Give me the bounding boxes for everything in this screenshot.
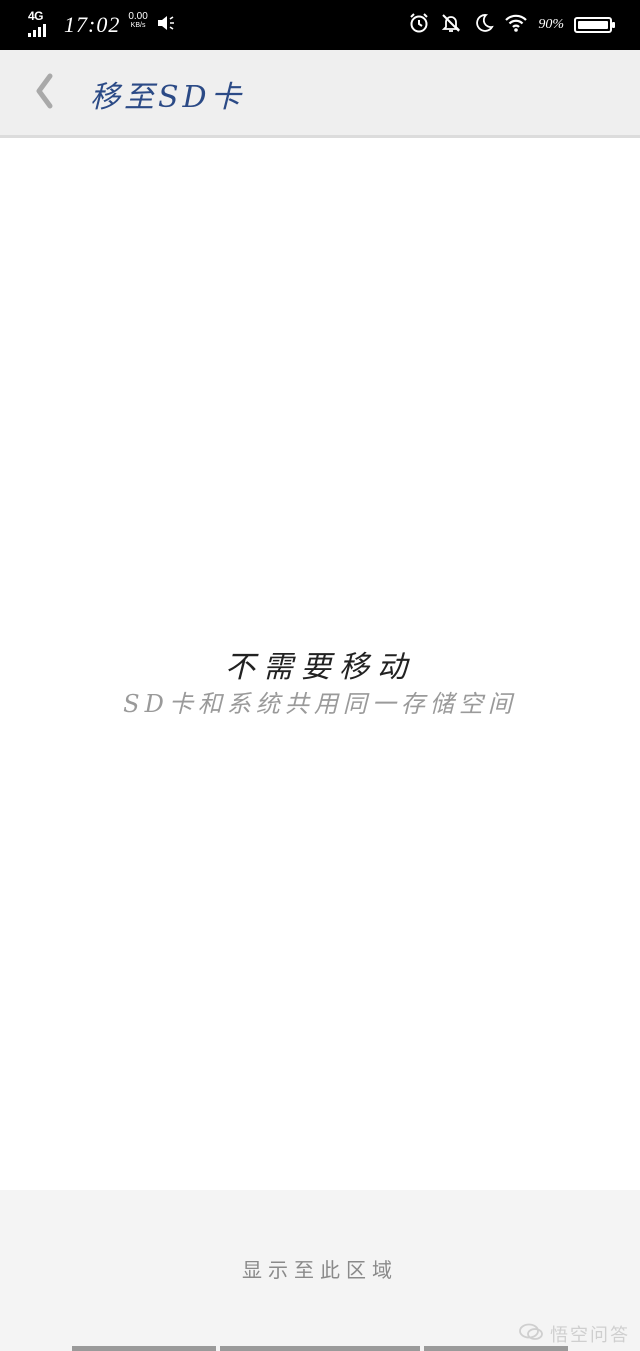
network-type: 4G bbox=[28, 9, 44, 23]
notifications-off-icon bbox=[440, 12, 462, 38]
battery-percent: 90% bbox=[538, 17, 564, 32]
back-chevron-icon bbox=[33, 73, 55, 113]
show-here-button[interactable]: 显示至此区域 bbox=[0, 1254, 640, 1283]
cellular-signal-icon: 4G bbox=[28, 9, 56, 41]
network-speed-unit: KB/s bbox=[130, 22, 146, 29]
battery-icon bbox=[574, 17, 615, 33]
do-not-disturb-moon-icon bbox=[472, 12, 495, 38]
status-time: 17:02 bbox=[64, 12, 121, 37]
page-title: 移至SD卡 bbox=[90, 80, 245, 115]
back-button[interactable] bbox=[22, 68, 66, 118]
wifi-icon bbox=[504, 13, 528, 37]
no-move-needed-message: 不需要移动 bbox=[225, 650, 415, 685]
chat-bubble-icon bbox=[518, 1322, 544, 1347]
status-bar: 4G 17:02 0.00 KB/s 90% bbox=[0, 0, 640, 50]
tab-indicator bbox=[220, 1346, 420, 1351]
main-content: 不需要移动 SD卡和系统共用同一存储空间 bbox=[0, 138, 640, 1190]
shared-storage-description: SD卡和系统共用同一存储空间 bbox=[123, 690, 517, 718]
tab-indicator bbox=[72, 1346, 216, 1351]
watermark: 悟空问答 bbox=[518, 1321, 630, 1347]
network-speed: 0.00 KB/s bbox=[128, 11, 147, 29]
bottom-area: 显示至此区域 悟空问答 bbox=[0, 1190, 640, 1351]
status-bar-left: 4G 17:02 0.00 KB/s bbox=[28, 8, 178, 42]
volume-icon bbox=[156, 12, 178, 38]
watermark-text: 悟空问答 bbox=[550, 1325, 630, 1346]
app-bar: 移至SD卡 bbox=[0, 50, 640, 138]
status-bar-right: 90% bbox=[408, 8, 615, 42]
alarm-clock-icon bbox=[408, 12, 430, 38]
network-speed-value: 0.00 bbox=[128, 11, 148, 22]
